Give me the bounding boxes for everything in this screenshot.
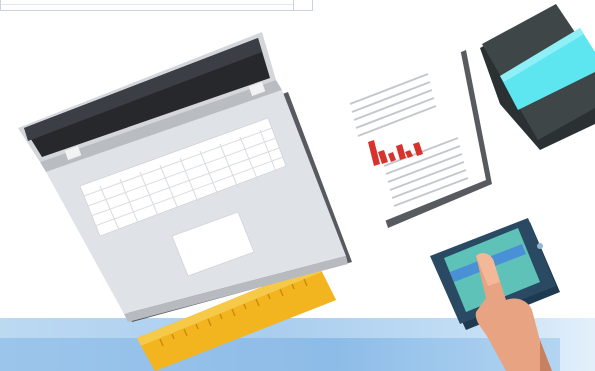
illustration bbox=[18, 4, 595, 371]
document-icon bbox=[342, 48, 492, 228]
notebook-icon bbox=[480, 4, 595, 150]
scene bbox=[0, 0, 595, 371]
